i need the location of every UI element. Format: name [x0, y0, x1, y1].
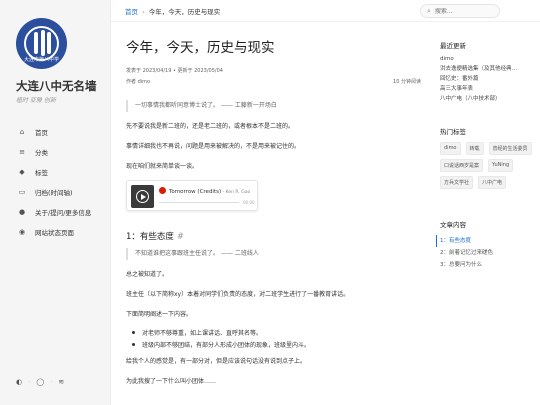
logo-text: 大连市第八中学	[23, 57, 59, 63]
breadcrumb-separator: ›	[142, 8, 145, 16]
breadcrumb-current: 今年，今天，历史与现实	[148, 8, 221, 16]
sidebar-item-label: 首页	[35, 129, 48, 137]
divider: ·	[50, 378, 53, 386]
paragraph: 为此我搜了一下什么叫小团体……	[126, 378, 217, 385]
paragraph: 总之被知道了。	[126, 271, 169, 278]
theme-toggle-icon[interactable]: ◐	[16, 378, 22, 386]
tag-chip[interactable]: 方兵文学社	[440, 176, 474, 189]
post-content: 今年，今天，历史与现实 发表于 2023/04/19 • 更新于 2023/05…	[126, 36, 421, 385]
info-icon: ●	[18, 208, 26, 216]
list-item: 对老师不够尊重，如上课讲话、直呼其名等。	[126, 326, 421, 338]
search-icon: ⌕	[427, 6, 431, 15]
bullet-list: 对老师不够尊重，如上课讲话、直呼其名等。 班级内部不够团结，有部分人形成小团体的…	[126, 326, 421, 350]
table-of-contents: 1：有些态度 2：前着记忆过来磋色 3：总要问为什么	[436, 235, 535, 271]
sidebar-item-home[interactable]: ⌂ 首页	[16, 122, 106, 142]
paragraph: 下面简明阐述一下内容。	[126, 311, 193, 318]
progress-track[interactable]	[159, 202, 239, 203]
tag-chip[interactable]: dimo	[440, 142, 461, 155]
right-panel: 最近更新 dimo 洪去逸便精选集（及其他经典… 回忆史：番外篇 高三大事年表 …	[436, 40, 535, 271]
site-subtitle: 植时 亚雅 创新	[16, 97, 56, 104]
site-title[interactable]: 大连八中无名墙	[16, 78, 97, 94]
recent-item[interactable]: 回忆史：番外篇	[440, 74, 535, 84]
breadcrumb-home[interactable]: 首页	[125, 8, 138, 16]
search-box[interactable]: ⌕	[420, 4, 500, 18]
sidebar: 大连市第八中学 大连八中无名墙 植时 亚雅 创新 ⌂ 首页 ≡ 分类 ◆ 标签 …	[0, 0, 111, 405]
github-icon[interactable]: ◯	[36, 378, 44, 386]
tag-icon: ◆	[19, 168, 25, 176]
track-title-row: Tomorrow (Credits) - Ken R. Gao	[159, 187, 250, 195]
tags-heading: 热门标签	[440, 128, 466, 136]
globe-icon: ◉	[18, 228, 26, 236]
paragraph: 班主任（以下简称xy）本着对同学们负责的态度，对二班学生进行了一番教育讲话。	[126, 291, 350, 298]
recent-heading: 最近更新	[440, 42, 466, 50]
track-title: Tomorrow (Credits)	[169, 189, 222, 195]
sidebar-item-label: 归档(时间轴)	[35, 189, 73, 197]
blockquote: 一切事情我都听同意博士说了。 —— 工藤新一开场白	[126, 100, 421, 112]
toc-heading: 文章内容	[440, 221, 466, 229]
section-heading: 1：有些态度 #	[126, 230, 421, 242]
menu-icon: ≡	[19, 148, 25, 156]
divider: ·	[28, 378, 31, 386]
recent-item[interactable]: 高三大事年表	[440, 84, 535, 94]
sidebar-item-label: 分类	[35, 149, 48, 157]
play-icon[interactable]	[136, 190, 149, 203]
post-title: 今年，今天，历史与现实	[126, 40, 275, 56]
toc-item[interactable]: 2：前着记忆过来磋色	[440, 247, 535, 259]
list-item: 班级内部不够团结，有部分人形成小团体的现象，班级里内斗。	[126, 338, 421, 350]
track-artist: - Ken R. Gao	[221, 190, 251, 195]
site-logo[interactable]: 大连市第八中学	[16, 18, 67, 69]
paragraph: 先不要说我是新二班的，还是老二班的，或者根本不是二班的。	[126, 123, 295, 130]
tag-chip[interactable]: 口说话西岁是案	[440, 159, 484, 172]
section-heading-text: 1：有些态度	[126, 232, 174, 242]
rss-icon[interactable]: ≋	[58, 378, 64, 386]
toc-item[interactable]: 3：总要问为什么	[440, 259, 535, 271]
tag-chip[interactable]: YuNing	[488, 159, 514, 172]
sidebar-footer: ◐ · ◯ · ≋	[16, 378, 64, 386]
sidebar-item-label: 关于/提问/更多信息	[35, 209, 92, 217]
search-input[interactable]	[434, 7, 495, 15]
tag-chip[interactable]: 曾经的生活委员	[488, 142, 532, 155]
post-dates: 发表于 2023/04/19 • 更新于 2023/05/04	[126, 68, 223, 74]
recent-list: dimo 洪去逸便精选集（及其他经典… 回忆史：番外篇 高三大事年表 八中广电（…	[440, 54, 535, 104]
sidebar-item-label: 网站状态页面	[35, 229, 74, 237]
paragraph: 给我个人的感觉是，有一部分对，但是应该说句话没有说到点子上。	[126, 358, 307, 365]
post-meta-row: 作者 dimo 10 分钟阅读	[126, 78, 421, 85]
tag-chip[interactable]: 转载	[465, 142, 484, 155]
recent-item[interactable]: 洪去逸便精选集（及其他经典…	[440, 64, 535, 74]
tag-cloud: dimo 转载 曾经的生活委员 口说话西岁是案 YuNing 方兵文学社 八中广…	[440, 142, 535, 189]
recent-item[interactable]: 八中广电（八中技术部）	[440, 94, 535, 104]
read-time: 10 分钟阅读	[393, 79, 421, 85]
top-bar: 首页 › 今年，今天，历史与现实 ⌕	[111, 0, 540, 22]
anchor-link[interactable]: #	[177, 232, 184, 242]
sidebar-nav: ⌂ 首页 ≡ 分类 ◆ 标签 ▭ 归档(时间轴) ● 关于/提问/更多信息 ◉ …	[16, 122, 106, 242]
music-player: Tomorrow (Credits) - Ken R. Gao 00:00	[126, 180, 258, 211]
recent-item[interactable]: dimo	[440, 54, 535, 64]
sidebar-item-tags[interactable]: ◆ 标签	[16, 162, 106, 182]
blockquote: 不知道谁把这事跟班主任说了。 —— 二班线人	[126, 248, 421, 260]
sidebar-item-archives[interactable]: ▭ 归档(时间轴)	[16, 182, 106, 202]
sidebar-item-label: 标签	[35, 169, 48, 177]
toc-item[interactable]: 1：有些态度	[436, 235, 535, 247]
breadcrumb: 首页 › 今年，今天，历史与现实	[125, 6, 220, 16]
netease-icon	[159, 187, 166, 194]
paragraph: 现在咱们就来简单谈一谈。	[126, 163, 199, 170]
tag-chip[interactable]: 八中广电	[478, 176, 507, 189]
track-time: 00:00	[243, 200, 255, 205]
post-author: 作者 dimo	[126, 79, 151, 85]
paragraph: 事情详细我也不再说，问题是用来被解决的，不是用来被记住的。	[126, 143, 301, 150]
sidebar-item-about[interactable]: ● 关于/提问/更多信息	[16, 202, 106, 222]
home-icon: ⌂	[19, 128, 25, 136]
sidebar-item-status[interactable]: ◉ 网站状态页面	[16, 222, 106, 242]
sidebar-item-categories[interactable]: ≡ 分类	[16, 142, 106, 162]
archive-icon: ▭	[18, 188, 26, 196]
